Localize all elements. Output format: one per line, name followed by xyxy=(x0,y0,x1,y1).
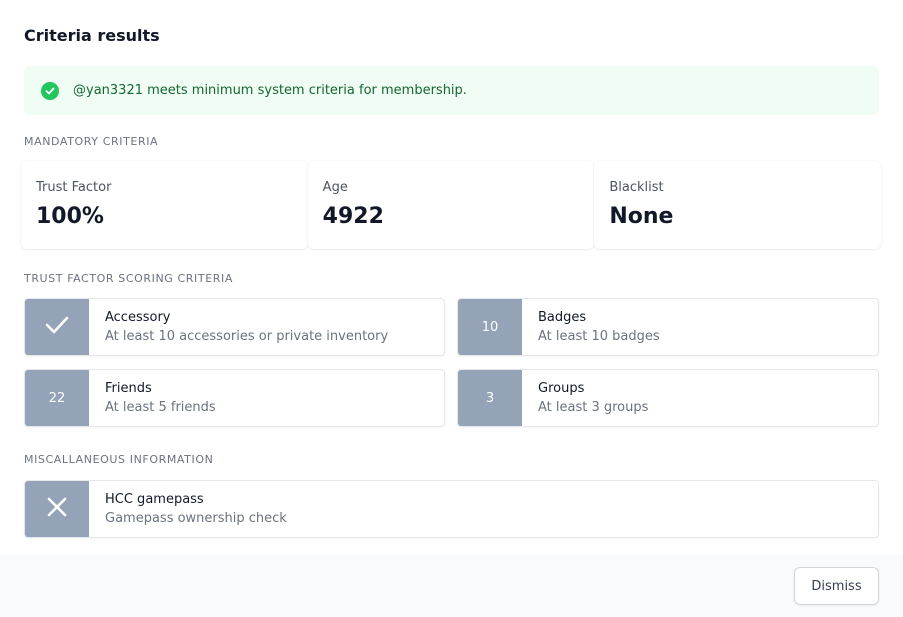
criteria-desc: At least 3 groups xyxy=(538,400,649,415)
misc-information-label: MISCALLANEOUS INFORMATION xyxy=(24,453,214,466)
alert-text: @yan3321 meets minimum system criteria f… xyxy=(73,83,467,98)
stat-value: 4922 xyxy=(322,204,384,229)
criteria-desc: At least 10 badges xyxy=(538,329,660,344)
x-icon xyxy=(46,496,68,522)
stat-label: Blacklist xyxy=(609,180,664,195)
criteria-title: Groups xyxy=(538,381,585,396)
check-circle-icon xyxy=(41,81,59,100)
criteria-card-accessory: Accessory At least 10 accessories or pri… xyxy=(24,298,445,356)
modal-footer: Dismiss xyxy=(0,555,903,617)
criteria-results-modal: Criteria results @yan3321 meets minimum … xyxy=(0,0,903,617)
stat-value: None xyxy=(609,204,674,229)
stat-blacklist: Blacklist None xyxy=(594,161,882,249)
stat-label: Age xyxy=(322,180,348,195)
criteria-desc: Gamepass ownership check xyxy=(105,511,287,526)
criteria-badge: 3 xyxy=(458,370,522,426)
stat-value: 100% xyxy=(36,204,104,229)
criteria-title: Badges xyxy=(538,310,587,325)
criteria-card-hcc-gamepass: HCC gamepass Gamepass ownership check xyxy=(24,480,879,538)
dismiss-button[interactable]: Dismiss xyxy=(794,567,879,605)
criteria-title: Friends xyxy=(105,381,152,396)
criteria-title: HCC gamepass xyxy=(105,492,204,507)
mandatory-criteria-label: MANDATORY CRITERIA xyxy=(24,135,159,148)
criteria-card-badges: 10 Badges At least 10 badges xyxy=(457,298,879,356)
criteria-badge xyxy=(25,481,89,537)
criteria-badge: 22 xyxy=(25,370,89,426)
check-icon xyxy=(45,315,69,339)
criteria-card-groups: 3 Groups At least 3 groups xyxy=(457,369,879,427)
criteria-desc: At least 10 accessories or private inven… xyxy=(105,329,389,344)
stat-trust-factor: Trust Factor 100% xyxy=(21,161,308,249)
criteria-card-friends: 22 Friends At least 5 friends xyxy=(24,369,445,427)
criteria-desc: At least 5 friends xyxy=(105,400,216,415)
mandatory-stats: Trust Factor 100% Age 4922 Blacklist Non… xyxy=(21,161,882,249)
stat-age: Age 4922 xyxy=(307,161,595,249)
modal-title: Criteria results xyxy=(24,26,160,45)
success-alert: @yan3321 meets minimum system criteria f… xyxy=(24,66,879,115)
criteria-badge xyxy=(25,299,89,355)
stat-label: Trust Factor xyxy=(36,180,112,195)
criteria-title: Accessory xyxy=(105,310,171,325)
criteria-badge: 10 xyxy=(458,299,522,355)
trust-factor-criteria-label: TRUST FACTOR SCORING CRITERIA xyxy=(24,272,233,285)
